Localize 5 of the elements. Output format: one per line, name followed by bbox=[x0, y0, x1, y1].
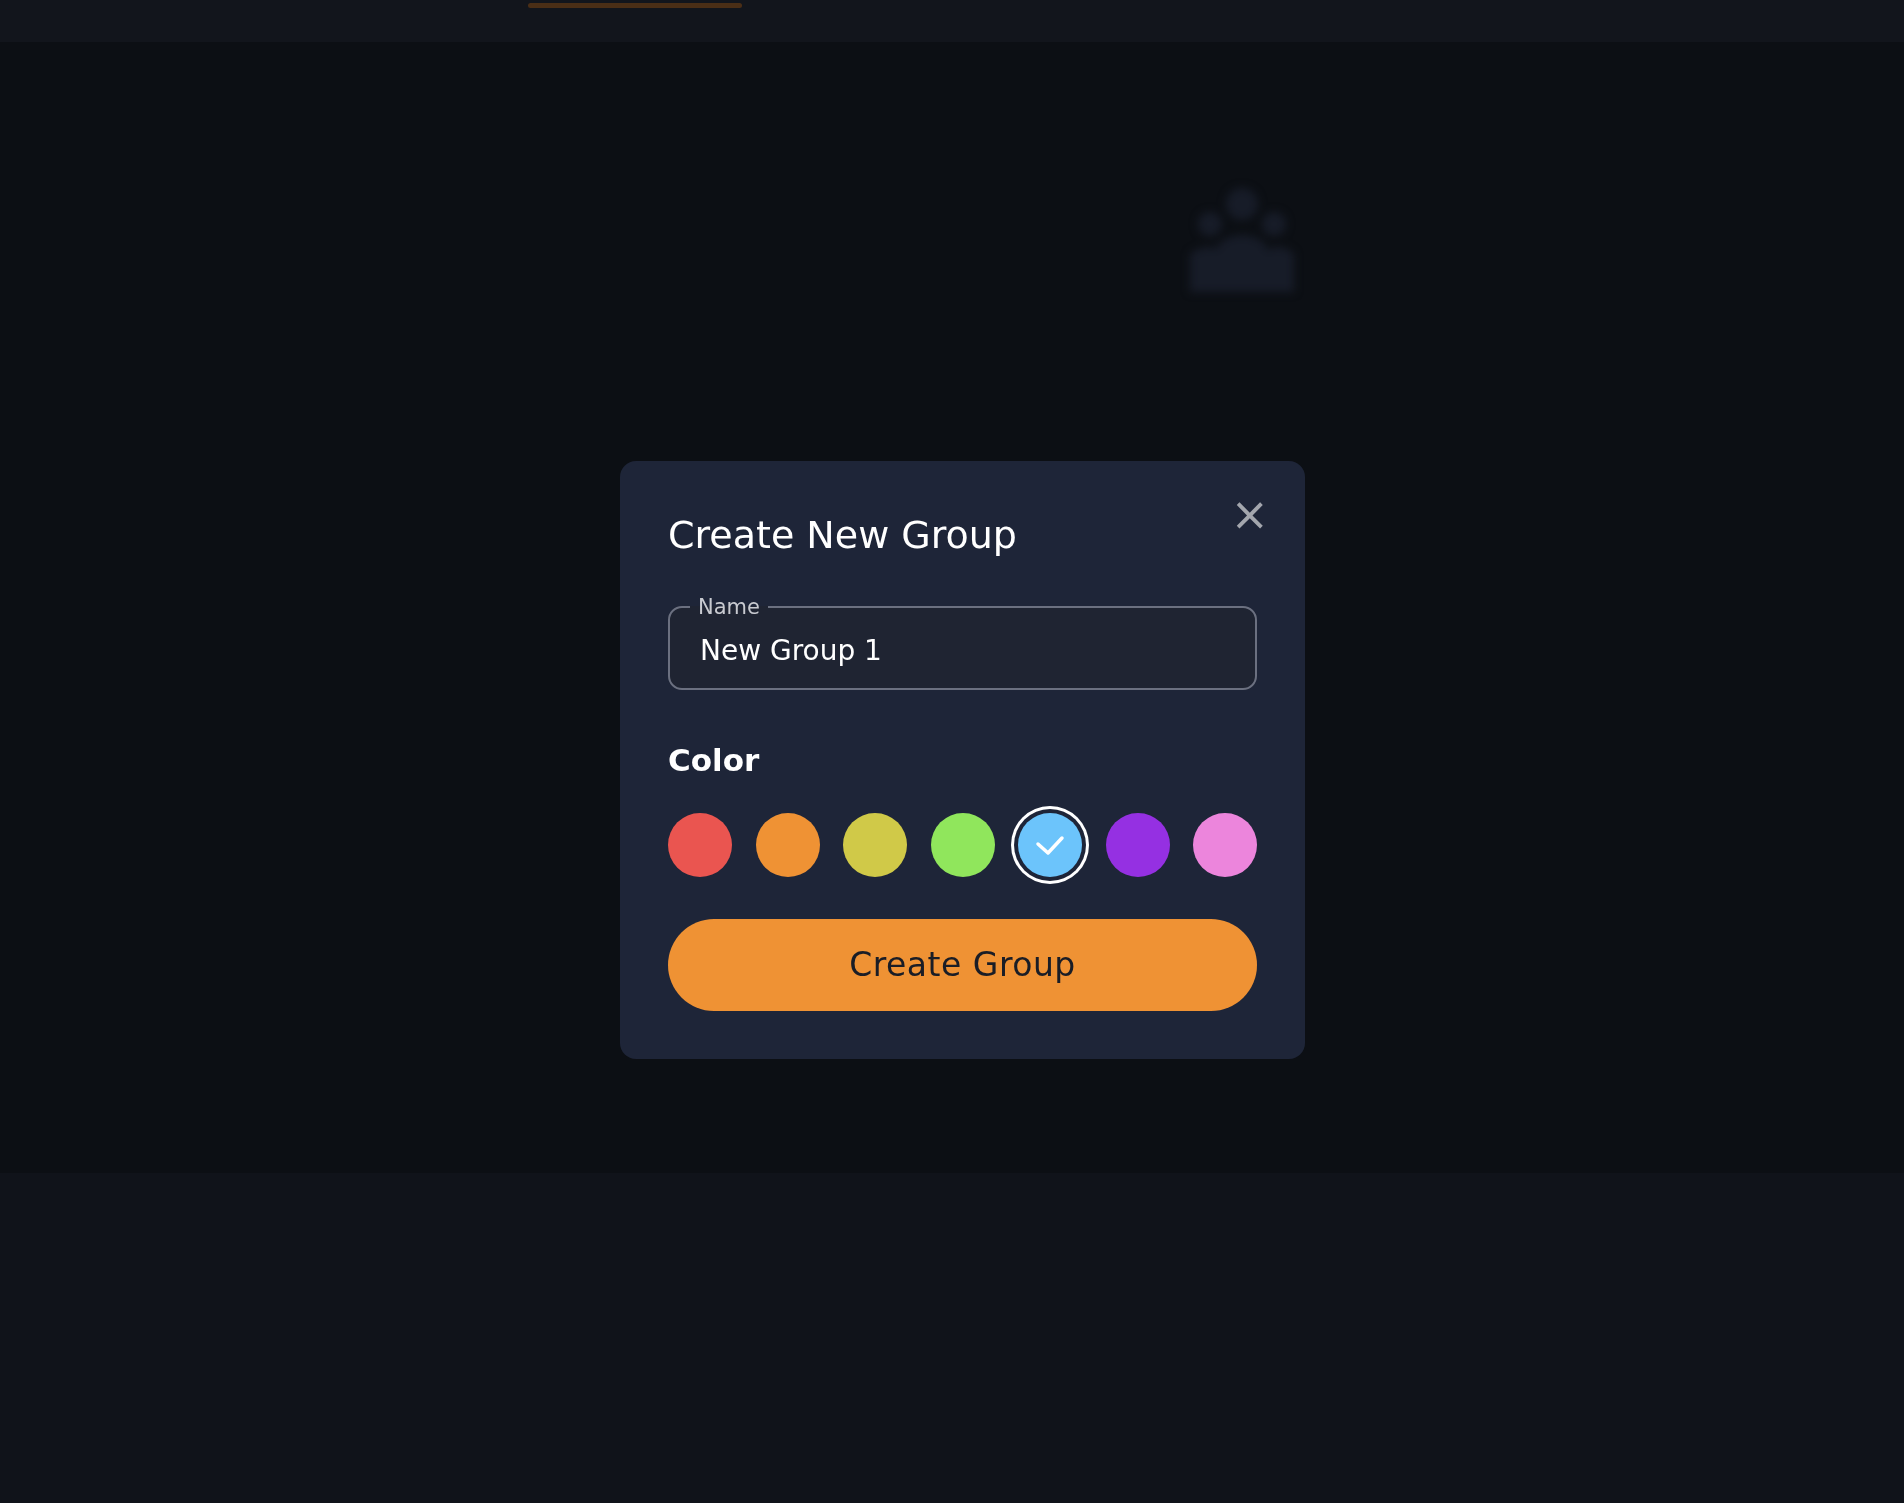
dialog-title: Create New Group bbox=[668, 513, 1017, 559]
create-group-button[interactable]: Create Group bbox=[668, 918, 1257, 1011]
check-icon bbox=[1035, 833, 1065, 856]
color-label: Color bbox=[668, 741, 761, 779]
close-button[interactable]: × bbox=[1224, 491, 1275, 537]
